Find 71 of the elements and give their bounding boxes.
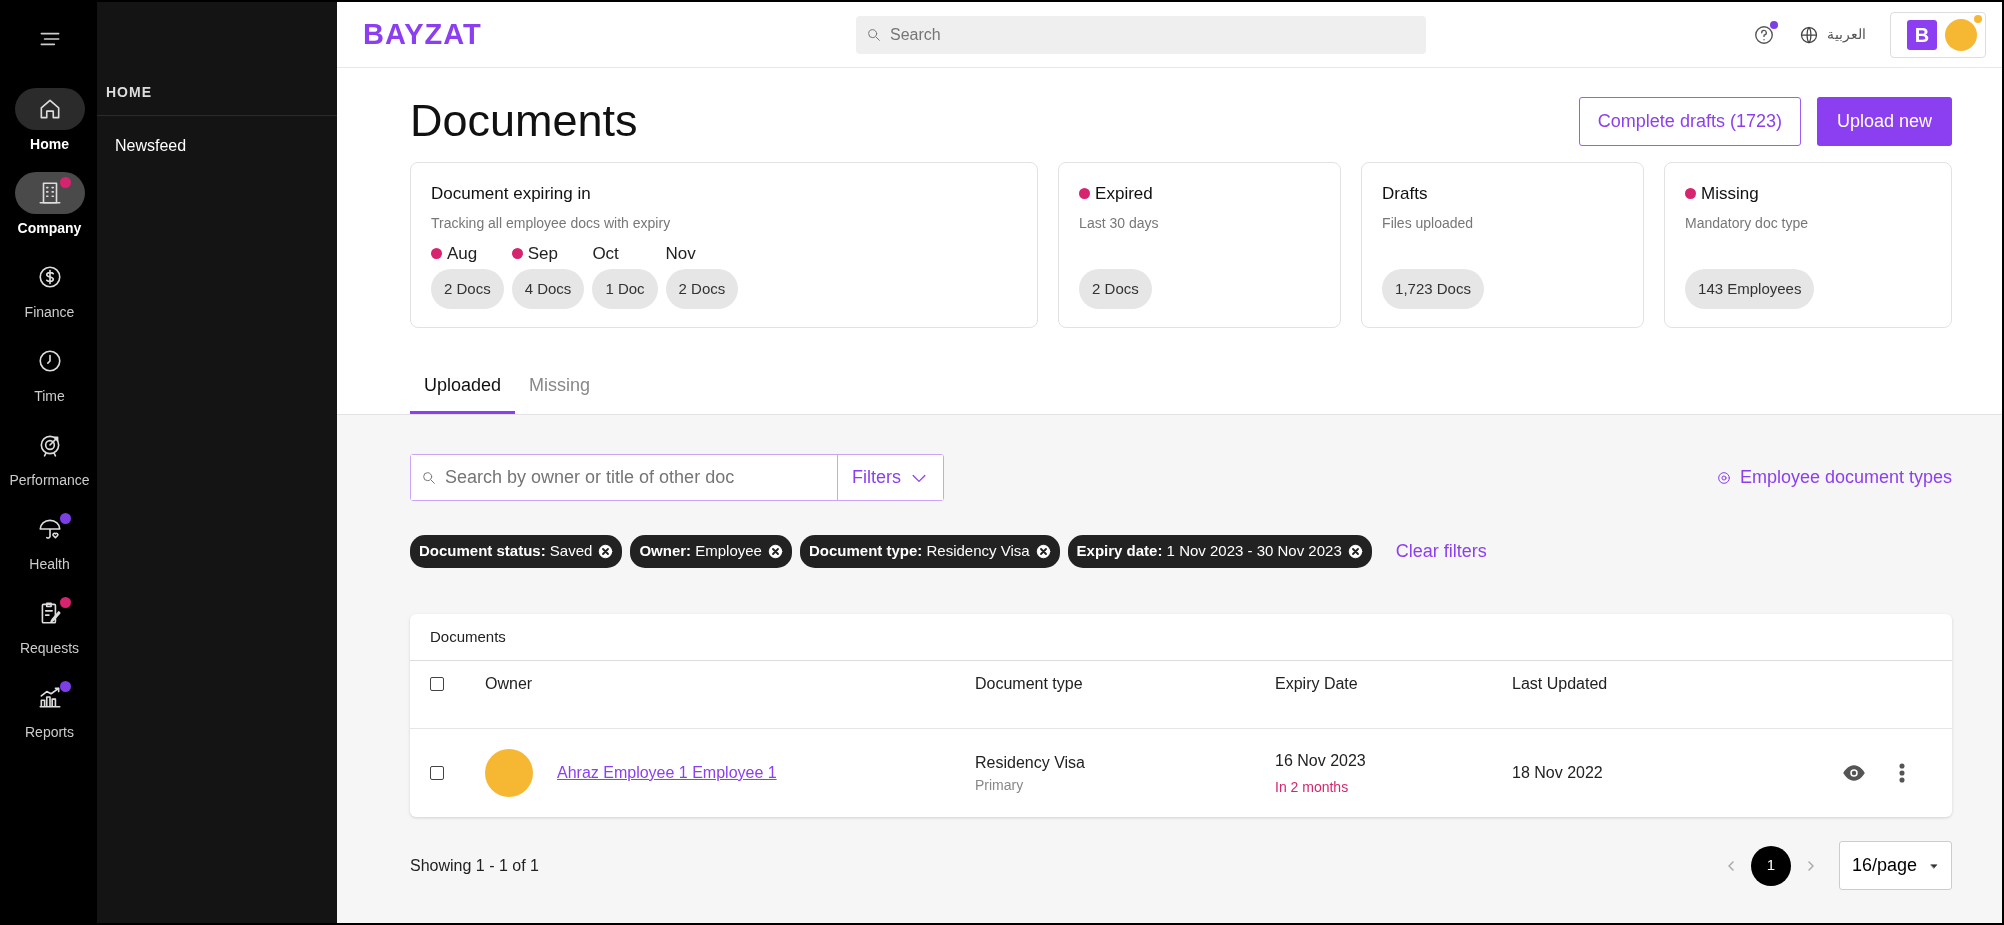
page-button[interactable]: 1 xyxy=(1750,845,1791,886)
card-subtitle: Tracking all employee docs with expiry xyxy=(431,213,672,233)
count-chip[interactable]: 143 Employees xyxy=(1685,268,1815,309)
close-icon[interactable] xyxy=(1035,543,1051,559)
count-chip[interactable]: 2 Docs xyxy=(1079,268,1152,309)
company-logo: B xyxy=(1907,19,1937,50)
search-bar[interactable]: Search by owner or title of other doc Filters xyxy=(410,454,944,501)
column-header: Document type xyxy=(975,674,1083,692)
count-chip[interactable]: 1 Doc xyxy=(592,268,658,309)
page-title: Documents xyxy=(410,94,638,148)
subnav-item[interactable]: Newsfeed xyxy=(97,116,337,176)
checkbox[interactable] xyxy=(430,676,444,691)
upload-button[interactable]: Upload new xyxy=(1816,96,1952,146)
column-header: Expiry Date xyxy=(1275,674,1358,692)
card-title: Expired xyxy=(1095,183,1153,205)
clear-filters-link[interactable]: Clear filters xyxy=(1395,537,1487,565)
close-icon[interactable] xyxy=(767,543,783,559)
expiry-note: In 2 months xyxy=(1275,777,1350,797)
card-title: Document expiring in xyxy=(431,183,592,205)
filter-chip[interactable]: Document type: Residency Visa xyxy=(799,535,1060,568)
card-title: Drafts xyxy=(1382,183,1428,205)
results-count: Showing 1 - 1 of 1 xyxy=(410,855,539,876)
sidebar-item[interactable]: Company xyxy=(2,172,97,256)
sidebar-item[interactable]: Time xyxy=(2,340,97,424)
count-chip[interactable]: 1,723 Docs xyxy=(1382,268,1484,309)
language-link[interactable]: العربية xyxy=(1799,24,1866,45)
clock-icon xyxy=(36,348,63,374)
count-chip[interactable]: 2 Docs xyxy=(665,268,739,309)
avatar xyxy=(1945,18,1977,51)
close-icon[interactable] xyxy=(598,543,614,559)
sidebar-item[interactable]: Health xyxy=(2,508,97,592)
avatar xyxy=(485,749,533,797)
count-chip[interactable]: 4 Docs xyxy=(511,268,585,309)
profile-switcher[interactable]: B xyxy=(1890,11,1986,58)
table-title: Documents xyxy=(410,613,1952,661)
table-cell: 18 Nov 2022 xyxy=(1512,764,1603,781)
checkbox[interactable] xyxy=(430,766,444,780)
card-subtitle: Files uploaded xyxy=(1382,213,1475,233)
sidebar-item[interactable]: Home xyxy=(2,88,97,172)
page-size-select[interactable]: 16/page xyxy=(1838,841,1952,890)
document-types-link[interactable]: Employee document types xyxy=(1715,464,1952,491)
owner-link[interactable]: Ahraz Employee 1 Employee 1 xyxy=(557,761,777,785)
help-icon[interactable] xyxy=(1753,24,1775,47)
card-subtitle: Last 30 days xyxy=(1079,213,1160,233)
sidebar-item[interactable]: Reports xyxy=(2,676,97,760)
month-label: Aug xyxy=(447,242,478,265)
sidebar-item[interactable]: Finance xyxy=(2,256,97,340)
drafts-button[interactable]: Complete drafts (1723) xyxy=(1578,96,1801,146)
filter-chip[interactable]: Document status: Saved xyxy=(410,535,623,568)
filter-chip[interactable]: Owner: Employee xyxy=(630,535,792,568)
column-header: Owner xyxy=(485,674,533,692)
card-subtitle: Mandatory doc type xyxy=(1685,213,1810,233)
sidebar-item[interactable]: Requests xyxy=(2,592,97,676)
month-label: Oct xyxy=(592,242,619,265)
sidebar-item[interactable]: Performance xyxy=(2,424,97,508)
month-label: Nov xyxy=(665,242,696,265)
month-label: Sep xyxy=(527,242,558,265)
table-cell-text: Residency Visa xyxy=(975,752,1086,773)
count-chip[interactable]: 2 Docs xyxy=(431,268,504,309)
table-cell-text: 16 Nov 2023 xyxy=(1275,750,1367,771)
filter-chip[interactable]: Expiry date: 1 Nov 2023 - 30 Nov 2023 xyxy=(1067,535,1372,568)
card-title: Missing xyxy=(1701,183,1759,205)
tab[interactable]: Missing xyxy=(515,360,605,414)
search-field[interactable]: Search xyxy=(856,15,1426,54)
column-header: Last Updated xyxy=(1512,674,1608,692)
logo[interactable]: BAYZAT xyxy=(363,12,856,57)
close-icon[interactable] xyxy=(1347,543,1363,559)
dollar-icon xyxy=(36,264,63,290)
filters-button[interactable]: Filters xyxy=(837,455,943,500)
globe-icon xyxy=(1799,24,1819,45)
table-cell-text: Primary xyxy=(975,775,1025,795)
